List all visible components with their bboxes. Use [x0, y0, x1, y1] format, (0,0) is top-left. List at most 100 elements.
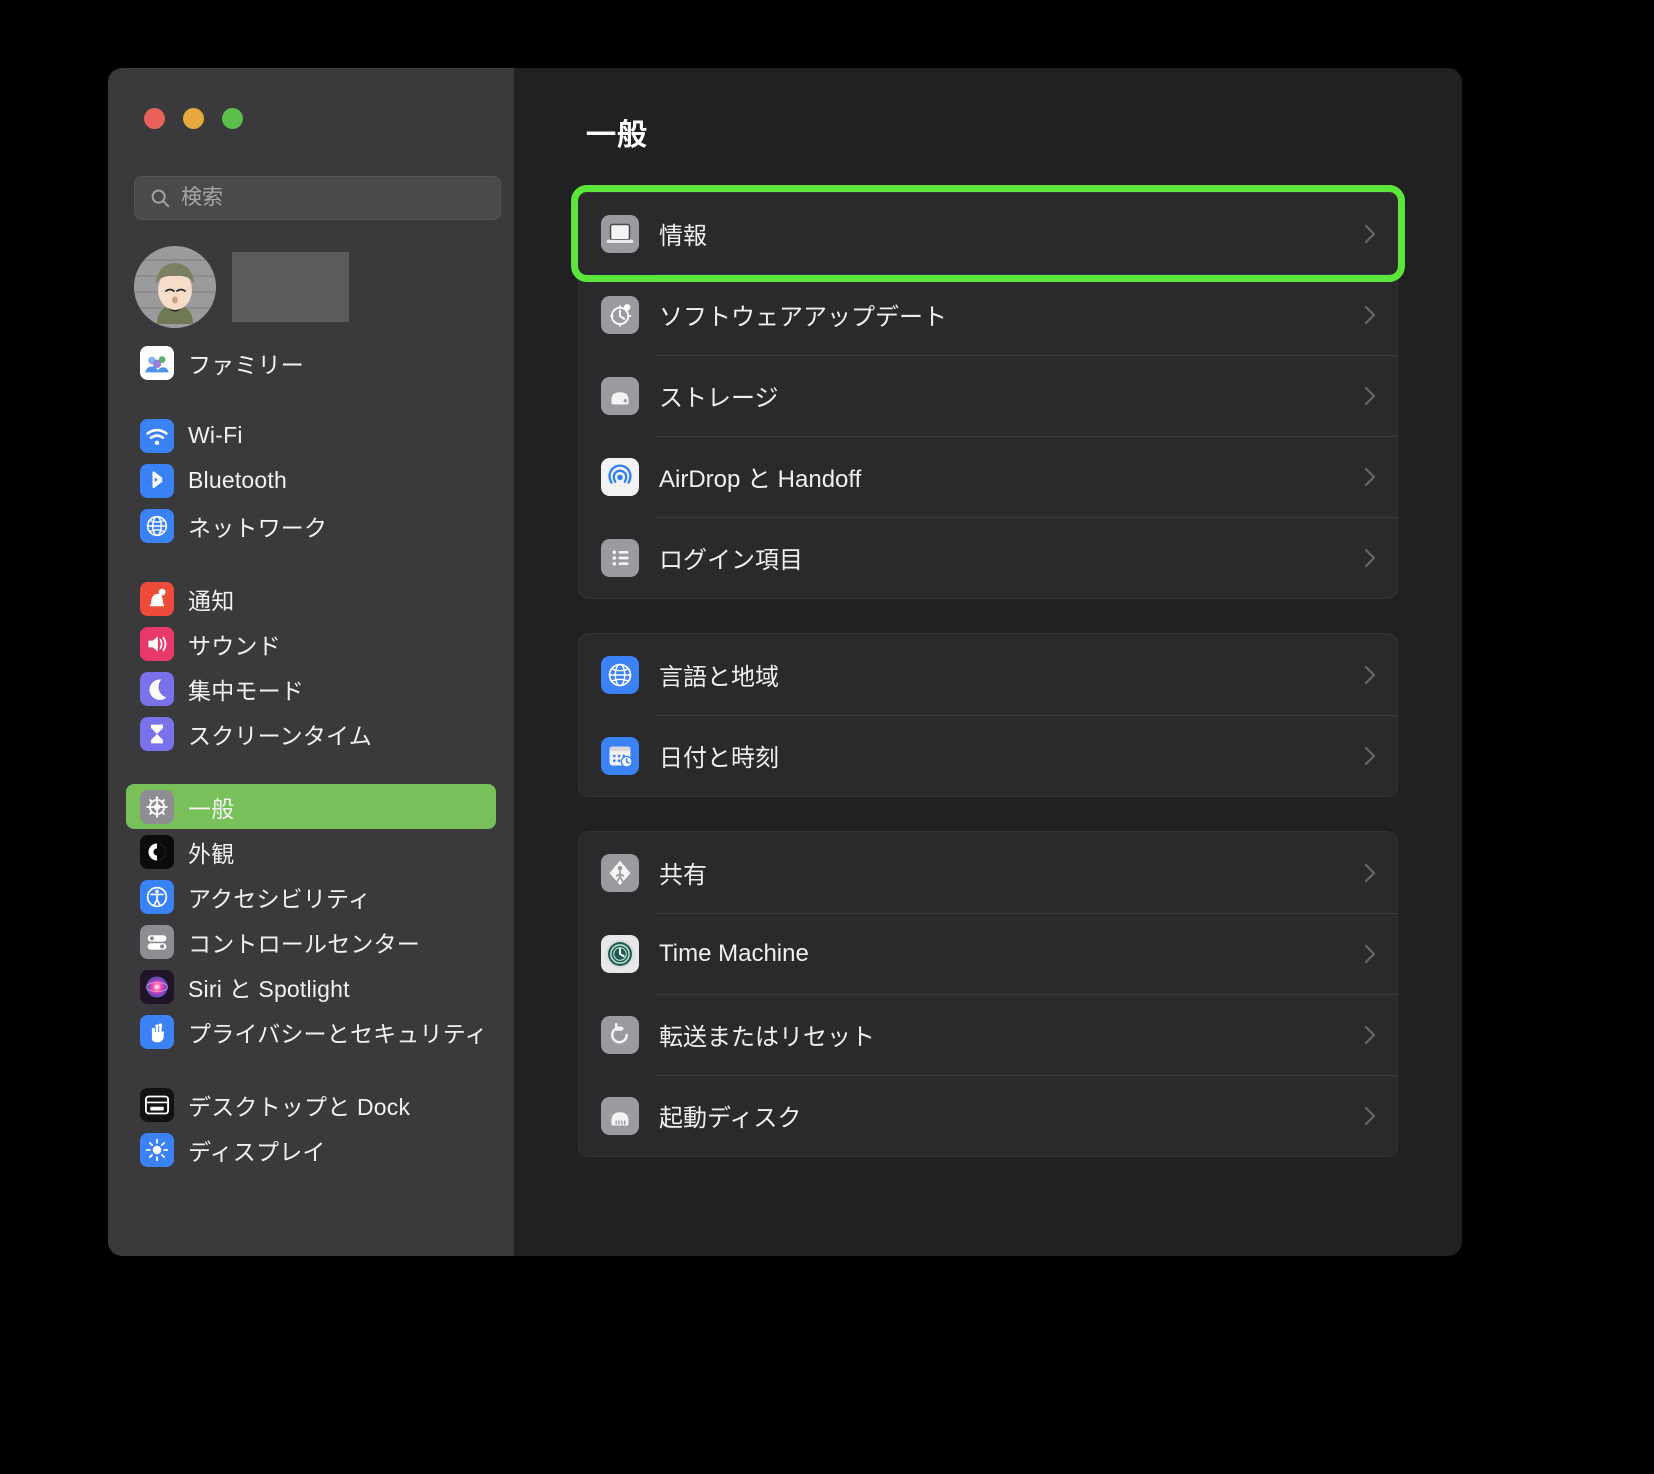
sidebar-item-外観[interactable]: 外観: [126, 829, 496, 874]
account-name-redacted: [232, 252, 349, 322]
sidebar-group-1: Wi-Fi Bluetooth ネットワーク: [108, 413, 514, 548]
zoom-button[interactable]: [222, 108, 243, 129]
sidebar-group-0: ファミリー: [108, 340, 514, 385]
settings-row-転送またはリセット[interactable]: 転送またはリセット: [579, 994, 1397, 1075]
settings-row-label: AirDrop と Handoff: [659, 466, 862, 493]
search-input[interactable]: [181, 186, 461, 210]
settings-row-label: ストレージ: [659, 385, 779, 412]
bluetooth-icon: [140, 463, 174, 498]
sidebar-item-label: ネットワーク: [188, 514, 328, 541]
sidebar-item-ディスプレイ[interactable]: ディスプレイ: [126, 1127, 496, 1172]
sidebar-item-label: サウンド: [188, 632, 281, 659]
control-center-icon: [140, 924, 174, 959]
sidebar-item-一般[interactable]: 一般: [126, 784, 496, 829]
hand-icon: [140, 1014, 174, 1049]
sidebar-item-label: Bluetooth: [188, 467, 287, 493]
sidebar-item-サウンド[interactable]: サウンド: [126, 621, 496, 666]
sidebar-item-通知[interactable]: 通知: [126, 576, 496, 621]
settings-row-ストレージ[interactable]: ストレージ: [579, 355, 1397, 436]
settings-row-日付と時刻[interactable]: 日付と時刻: [579, 715, 1397, 796]
chevron-right-icon: [1363, 1023, 1377, 1047]
sidebar-item-label: Wi-Fi: [188, 422, 243, 448]
sidebar-item-デスクトップと-Dock[interactable]: デスクトップと Dock: [126, 1082, 496, 1127]
sidebar-item-label: 通知: [188, 587, 235, 614]
sidebar-item-label: プライバシーとセキュリティ: [188, 1020, 488, 1047]
settings-row-label: 情報: [659, 223, 707, 250]
settings-row-言語と地域[interactable]: 言語と地域: [579, 634, 1397, 715]
chevron-right-icon: [1363, 303, 1377, 327]
chevron-right-icon: [1363, 546, 1377, 570]
display-icon: [140, 1132, 174, 1167]
settings-row-ログイン項目[interactable]: ログイン項目: [579, 517, 1397, 598]
settings-row-情報[interactable]: 情報: [571, 185, 1405, 282]
avatar: [134, 246, 216, 328]
bell-icon: [140, 581, 174, 616]
settings-card-1: 言語と地域 日付と時刻: [578, 633, 1398, 797]
chevron-right-icon: [1363, 663, 1377, 687]
chevron-right-icon: [1363, 222, 1377, 246]
sharing-icon: [601, 853, 639, 892]
minimize-button[interactable]: [183, 108, 204, 129]
sidebar-item-label: 外観: [188, 840, 235, 867]
speaker-icon: [140, 626, 174, 661]
appearance-icon: [140, 834, 174, 869]
settings-row-label: 起動ディスク: [659, 1105, 802, 1132]
software-update-icon: [601, 295, 639, 334]
siri-icon: [140, 969, 174, 1004]
moon-icon: [140, 671, 174, 706]
gear-icon: [140, 789, 174, 824]
sidebar-item-Bluetooth[interactable]: Bluetooth: [126, 458, 496, 503]
storage-icon: [601, 376, 639, 415]
account-row[interactable]: [134, 246, 349, 328]
settings-row-Time-Machine[interactable]: Time Machine: [579, 913, 1397, 994]
chevron-right-icon: [1363, 744, 1377, 768]
desktop-dock-icon: [140, 1087, 174, 1122]
search-field[interactable]: [134, 176, 501, 220]
settings-row-起動ディスク[interactable]: 起動ディスク: [579, 1075, 1397, 1156]
sidebar-nav: ファミリー Wi-Fi Bluetooth ネットワーク 通知 サウンド 集中モ…: [108, 340, 514, 1256]
sidebar-item-ネットワーク[interactable]: ネットワーク: [126, 503, 496, 548]
startup-disk-icon: [601, 1096, 639, 1135]
settings-row-label: 言語と地域: [659, 664, 779, 691]
sidebar-group-4: デスクトップと Dock ディスプレイ: [108, 1082, 514, 1172]
sidebar-item-label: スクリーンタイム: [188, 722, 372, 749]
sidebar-item-label: Siri と Spotlight: [188, 975, 350, 1002]
sidebar-item-集中モード[interactable]: 集中モード: [126, 666, 496, 711]
settings-row-label: Time Machine: [659, 939, 809, 967]
date-time-icon: [601, 736, 639, 775]
settings-row-共有[interactable]: 共有: [579, 832, 1397, 913]
chevron-right-icon: [1363, 465, 1377, 489]
sidebar-item-Siri-と-Spotlight[interactable]: Siri と Spotlight: [126, 964, 496, 1009]
settings-row-ソフトウェアアップデート[interactable]: ソフトウェアアップデート: [579, 274, 1397, 355]
transfer-reset-icon: [601, 1015, 639, 1054]
sidebar-item-アクセシビリティ[interactable]: アクセシビリティ: [126, 874, 496, 919]
chevron-right-icon: [1363, 861, 1377, 885]
system-settings-window: ファミリー Wi-Fi Bluetooth ネットワーク 通知 サウンド 集中モ…: [108, 68, 1462, 1256]
content-pane: 一般 情報 ソフトウェアアップデート ストレージ AirDrop と Hando…: [514, 68, 1462, 1256]
wifi-icon: [140, 418, 174, 453]
chevron-right-icon: [1363, 1104, 1377, 1128]
sidebar-item-label: 集中モード: [188, 677, 304, 704]
sidebar-item-label: デスクトップと Dock: [188, 1093, 411, 1120]
window-controls: [144, 108, 243, 129]
sidebar-item-プライバシーとセキュリティ[interactable]: プライバシーとセキュリティ: [126, 1009, 496, 1054]
sidebar: ファミリー Wi-Fi Bluetooth ネットワーク 通知 サウンド 集中モ…: [108, 68, 514, 1256]
settings-row-label: 日付と時刻: [659, 745, 779, 772]
accessibility-icon: [140, 879, 174, 914]
settings-card-2: 共有 Time Machine 転送またはリセット 起動ディスク: [578, 831, 1398, 1157]
sidebar-item-Wi-Fi[interactable]: Wi-Fi: [126, 413, 496, 458]
close-button[interactable]: [144, 108, 165, 129]
globe-icon: [140, 508, 174, 543]
settings-row-label: 転送またはリセット: [659, 1024, 875, 1051]
sidebar-item-コントロールセンター[interactable]: コントロールセンター: [126, 919, 496, 964]
settings-row-AirDrop-と-Handoff[interactable]: AirDrop と Handoff: [579, 436, 1397, 517]
family-icon: [140, 345, 174, 380]
laptop-icon: [601, 214, 639, 253]
login-items-icon: [601, 538, 639, 577]
settings-groups: 情報 ソフトウェアアップデート ストレージ AirDrop と Handoff: [571, 185, 1405, 1157]
sidebar-item-スクリーンタイム[interactable]: スクリーンタイム: [126, 711, 496, 756]
sidebar-item-ファミリー[interactable]: ファミリー: [126, 340, 496, 385]
time-machine-icon: [601, 934, 639, 973]
page-title: 一般: [586, 119, 648, 152]
settings-row-label: ソフトウェアアップデート: [659, 304, 947, 331]
